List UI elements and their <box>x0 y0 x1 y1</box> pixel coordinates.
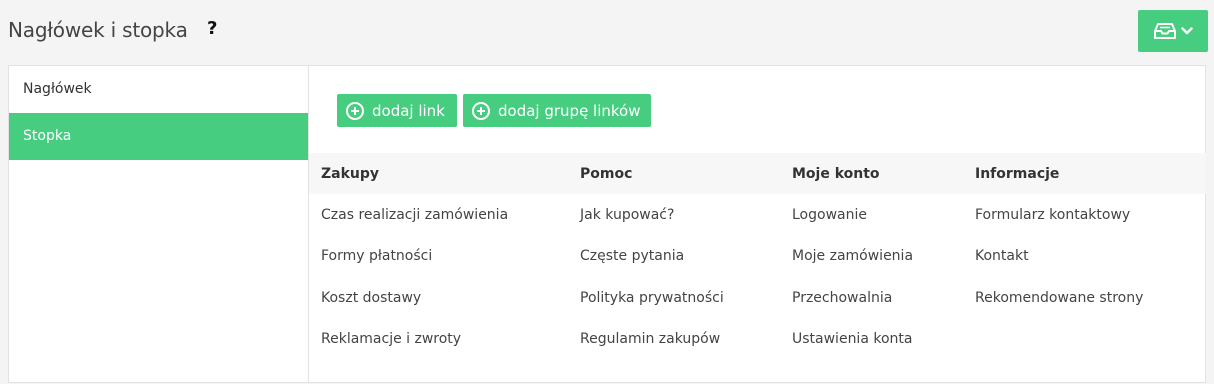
add-link-group-label: dodaj grupę linków <box>498 101 641 120</box>
column-header-zakupy: Zakupy <box>321 165 380 182</box>
help-icon[interactable]: ? <box>207 18 217 39</box>
table-row: Reklamacje i zwroty Regulamin zakupów Us… <box>309 319 1206 361</box>
footer-link[interactable]: Przechowalnia <box>792 290 892 306</box>
footer-link[interactable]: Ustawienia konta <box>792 331 912 347</box>
footer-link[interactable]: Moje zamówienia <box>792 248 913 264</box>
footer-link[interactable]: Formularz kontaktowy <box>975 207 1130 223</box>
plus-circle-icon <box>346 101 364 120</box>
add-link-label: dodaj link <box>372 101 445 120</box>
footer-link[interactable]: Rekomendowane strony <box>975 290 1143 306</box>
inbox-tray-icon <box>1153 23 1176 39</box>
footer-link[interactable]: Reklamacje i zwroty <box>321 331 461 347</box>
table-header-row: Zakupy Pomoc Moje konto Informacje <box>309 153 1206 194</box>
footer-link[interactable]: Regulamin zakupów <box>580 331 720 347</box>
footer-link[interactable]: Kontakt <box>975 248 1029 264</box>
column-header-pomoc: Pomoc <box>580 165 633 182</box>
footer-link[interactable]: Częste pytania <box>580 248 684 264</box>
add-link-button[interactable]: dodaj link <box>337 94 457 127</box>
add-link-group-button[interactable]: dodaj grupę linków <box>463 94 651 127</box>
chevron-down-icon <box>1180 27 1193 35</box>
footer-link[interactable]: Polityka prywatności <box>580 290 724 306</box>
header-footer-panel: Nagłówek Stopka dodaj link dodaj grupę l… <box>8 65 1206 383</box>
table-row: Formy płatności Częste pytania Moje zamó… <box>309 236 1206 278</box>
save-dropdown-button[interactable] <box>1138 10 1208 52</box>
footer-links-table: Zakupy Pomoc Moje konto Informacje Czas … <box>309 153 1206 360</box>
plus-circle-icon <box>472 101 490 120</box>
table-row: Koszt dostawy Polityka prywatności Przec… <box>309 277 1206 319</box>
sidebar: Nagłówek Stopka <box>9 66 309 382</box>
footer-link[interactable]: Logowanie <box>792 207 867 223</box>
footer-link[interactable]: Czas realizacji zamówienia <box>321 207 508 223</box>
footer-editor: dodaj link dodaj grupę linków Zakupy Pom… <box>309 66 1206 382</box>
footer-link[interactable]: Koszt dostawy <box>321 290 421 306</box>
footer-link[interactable]: Formy płatności <box>321 248 432 264</box>
page-title: Nagłówek i stopka <box>8 18 188 42</box>
sidebar-item-stopka[interactable]: Stopka <box>9 113 308 160</box>
table-row: Czas realizacji zamówienia Jak kupować? … <box>309 194 1206 236</box>
column-header-moje-konto: Moje konto <box>792 165 880 182</box>
footer-link[interactable]: Jak kupować? <box>580 207 674 223</box>
sidebar-item-naglowek[interactable]: Nagłówek <box>9 66 308 113</box>
column-header-informacje: Informacje <box>975 165 1060 182</box>
